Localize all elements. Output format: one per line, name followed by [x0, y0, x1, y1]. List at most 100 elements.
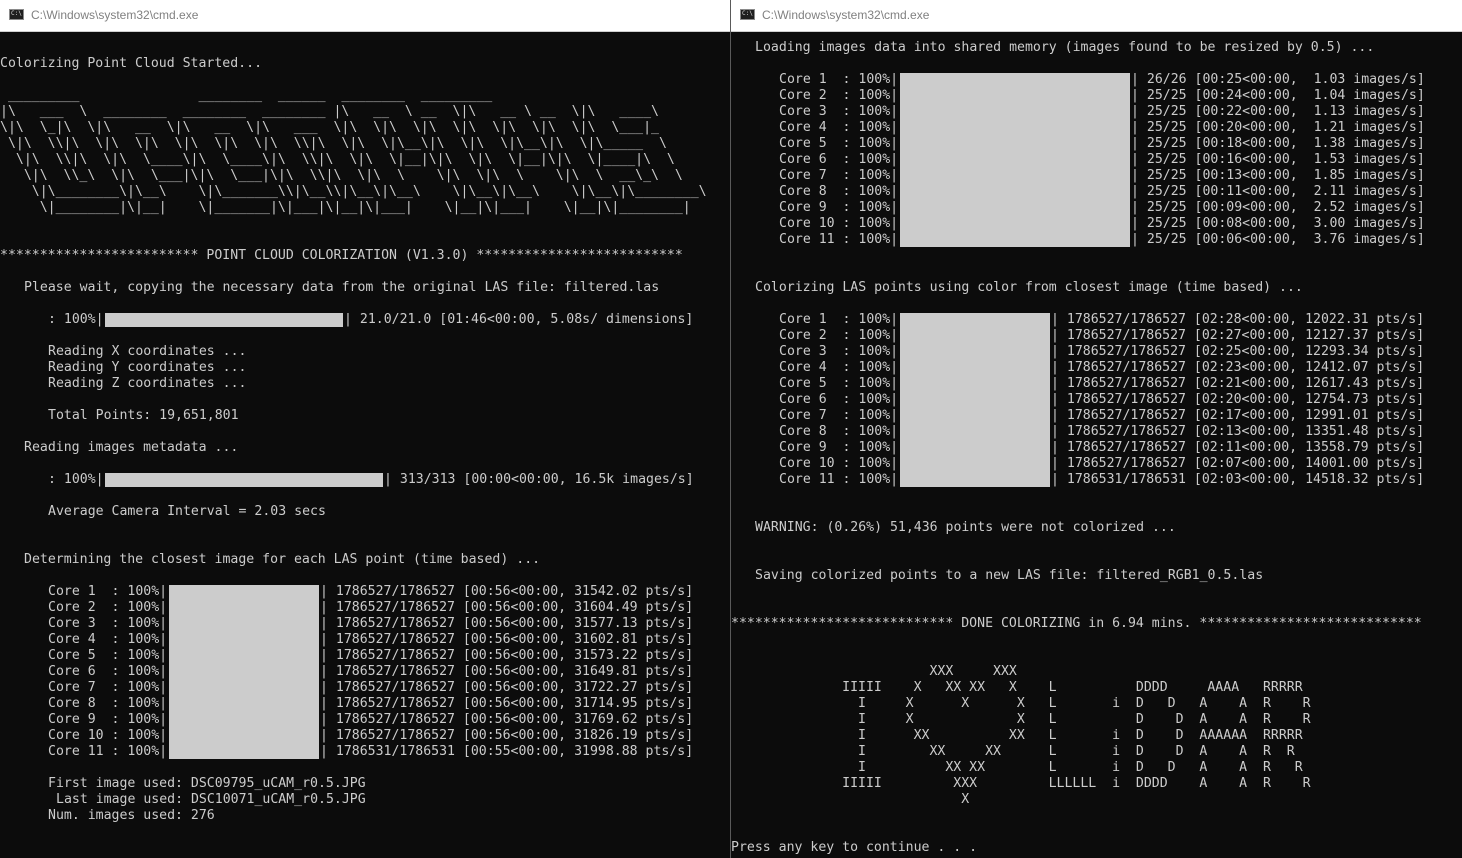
cmd-app-icon: [740, 9, 755, 20]
progress-bar-fill: [105, 313, 343, 327]
console-line: Please wait, copying the necessary data …: [24, 280, 660, 295]
left-title-bar[interactable]: C:\Windows\system32\cmd.exe: [0, 0, 730, 32]
console-line: | 25/25 [00:08<00:00, 3.00 images/s]: [1131, 216, 1425, 231]
console-line: Core 10 : 100%|: [779, 456, 899, 471]
console-line: Core 9 : 100%|: [779, 200, 899, 215]
console-line: Core 6 : 100%|: [779, 392, 899, 407]
console-line: Core 5 : 100%|: [779, 136, 899, 151]
console-line: I X X L D D A A R R: [731, 712, 1311, 727]
console-line: | 1786527/1786527 [00:56<00:00, 31649.81…: [320, 664, 694, 679]
console-line: | 1786527/1786527 [00:56<00:00, 31722.27…: [320, 680, 694, 695]
console-line: | 1786527/1786527 [00:56<00:00, 31573.22…: [320, 648, 694, 663]
cmd-app-icon: [9, 9, 24, 20]
console-line: Core 8 : 100%|: [48, 696, 168, 711]
console-line: Core 5 : 100%|: [48, 648, 168, 663]
left-console-output[interactable]: Colorizing Point Cloud Started... ______…: [0, 32, 730, 858]
console-line: Core 10 : 100%|: [48, 728, 168, 743]
console-line: Saving colorized points to a new LAS fil…: [755, 568, 1264, 583]
console-line: Reading Y coordinates ...: [48, 360, 247, 375]
console-line: | 25/25 [00:18<00:00, 1.38 images/s]: [1131, 136, 1425, 151]
console-line: Core 7 : 100%|: [779, 168, 899, 183]
console-line: \|\ \\|\ \|\ \____\|\ \____\|\ \\|\ \|\ …: [0, 152, 675, 167]
console-line: | 1786527/1786527 [00:56<00:00, 31714.95…: [320, 696, 694, 711]
console-line: | 25/25 [00:22<00:00, 1.13 images/s]: [1131, 104, 1425, 119]
console-line: | 1786527/1786527 [02:13<00:00, 13351.48…: [1051, 424, 1425, 439]
console-line: | 1786527/1786527 [02:17<00:00, 12991.01…: [1051, 408, 1425, 423]
console-line: Core 1 : 100%|: [779, 312, 899, 327]
console-line: Reading X coordinates ...: [48, 344, 247, 359]
left-console-window[interactable]: C:\Windows\system32\cmd.exe Colorizing P…: [0, 0, 730, 858]
console-line: I XX XX L i D D A A R R: [731, 744, 1295, 759]
console-line: | 25/25 [00:13<00:00, 1.85 images/s]: [1131, 168, 1425, 183]
progress-bar-fill: [169, 585, 319, 759]
console-line: Reading images metadata ...: [24, 440, 239, 455]
left-window-title: C:\Windows\system32\cmd.exe: [31, 8, 199, 22]
right-window-title: C:\Windows\system32\cmd.exe: [762, 8, 930, 22]
console-line: Core 9 : 100%|: [779, 440, 899, 455]
console-line: XXX XXX: [731, 664, 1017, 679]
console-line: I X X X L i D D A A R R: [731, 696, 1311, 711]
console-line: Core 7 : 100%|: [48, 680, 168, 695]
console-line: Core 2 : 100%|: [779, 88, 899, 103]
console-line: I XX XX L i D D A A R R: [731, 760, 1303, 775]
console-line: | 1786527/1786527 [02:11<00:00, 13558.79…: [1051, 440, 1425, 455]
console-line: Core 3 : 100%|: [779, 104, 899, 119]
console-line: | 1786527/1786527 [02:27<00:00, 12127.37…: [1051, 328, 1425, 343]
console-line: | 21.0/21.0 [01:46<00:00, 5.08s/ dimensi…: [344, 312, 694, 327]
console-line: Core 10 : 100%|: [779, 216, 899, 231]
console-line: | 1786527/1786527 [00:56<00:00, 31826.19…: [320, 728, 694, 743]
console-line: ************************* POINT CLOUD CO…: [0, 248, 683, 263]
progress-bar-fill: [105, 473, 383, 487]
console-line: | 25/25 [00:16<00:00, 1.53 images/s]: [1131, 152, 1425, 167]
console-line: | 1786527/1786527 [02:07<00:00, 14001.00…: [1051, 456, 1425, 471]
console-line: IIIII XXX LLLLLL i DDDD A A R R: [731, 776, 1311, 791]
console-line: Core 7 : 100%|: [779, 408, 899, 423]
console-line: | 1786531/1786531 [00:55<00:00, 31998.88…: [320, 744, 694, 759]
console-line: Core 1 : 100%|: [48, 584, 168, 599]
console-line: | 1786527/1786527 [00:56<00:00, 31577.13…: [320, 616, 694, 631]
console-line: Core 2 : 100%|: [779, 328, 899, 343]
console-line: : 100%|: [48, 472, 104, 487]
console-line: Determining the closest image for each L…: [24, 552, 541, 567]
right-console-window[interactable]: C:\Windows\system32\cmd.exe Loading imag…: [731, 0, 1462, 858]
console-line: Core 8 : 100%|: [779, 184, 899, 199]
console-line: Core 8 : 100%|: [779, 424, 899, 439]
console-line: | 1786527/1786527 [02:28<00:00, 12022.31…: [1051, 312, 1425, 327]
console-line: Colorizing Point Cloud Started...: [0, 56, 263, 71]
console-line: | 313/313 [00:00<00:00, 16.5k images/s]: [384, 472, 694, 487]
right-title-bar[interactable]: C:\Windows\system32\cmd.exe: [731, 0, 1462, 32]
console-line: Loading images data into shared memory (…: [755, 40, 1375, 55]
console-line: X: [731, 792, 970, 807]
console-line: Core 1 : 100%|: [779, 72, 899, 87]
console-line: | 1786531/1786531 [02:03<00:00, 14518.32…: [1051, 472, 1425, 487]
console-line: \|\ \\|\ \|\ \|\ \|\ \|\ \|\ \\|\ \|\ \|…: [0, 136, 667, 151]
console-line: Colorizing LAS points using color from c…: [755, 280, 1303, 295]
console-line: Core 11 : 100%|: [779, 232, 899, 247]
console-line: | 1786527/1786527 [00:56<00:00, 31604.49…: [320, 600, 694, 615]
console-line: | 1786527/1786527 [02:23<00:00, 12412.07…: [1051, 360, 1425, 375]
console-line: \|\________\|\__\ \|\_______\\|\__\\|\__…: [0, 184, 707, 199]
console-line: | 25/25 [00:11<00:00, 2.11 images/s]: [1131, 184, 1425, 199]
console-line: | 26/26 [00:25<00:00, 1.03 images/s]: [1131, 72, 1425, 87]
console-line: : 100%|: [48, 312, 104, 327]
console-line: Reading Z coordinates ...: [48, 376, 247, 391]
progress-bar-fill: [900, 313, 1050, 487]
console-line: Press any key to continue . . .: [731, 840, 978, 855]
console-line: | 25/25 [00:20<00:00, 1.21 images/s]: [1131, 120, 1425, 135]
console-line: | 25/25 [00:24<00:00, 1.04 images/s]: [1131, 88, 1425, 103]
console-line: | 25/25 [00:09<00:00, 2.52 images/s]: [1131, 200, 1425, 215]
console-line: Core 2 : 100%|: [48, 600, 168, 615]
console-line: Core 9 : 100%|: [48, 712, 168, 727]
console-line: Core 4 : 100%|: [779, 360, 899, 375]
console-line: Core 4 : 100%|: [779, 120, 899, 135]
console-line: Core 11 : 100%|: [48, 744, 168, 759]
console-line: \|________|\|__| \|_______|\|___|\|__|\|…: [0, 200, 691, 215]
console-line: \|\ \_|\ \|\ __ \|\ __ \|\ ___ \|\ \|\ \…: [0, 120, 659, 135]
console-line: Core 11 : 100%|: [779, 472, 899, 487]
console-line: | 1786527/1786527 [02:21<00:00, 12617.43…: [1051, 376, 1425, 391]
right-console-output[interactable]: Loading images data into shared memory (…: [731, 32, 1462, 858]
console-line: Core 3 : 100%|: [779, 344, 899, 359]
console-line: **************************** DONE COLORI…: [731, 616, 1422, 631]
console-line: | 25/25 [00:06<00:00, 3.76 images/s]: [1131, 232, 1425, 247]
console-line: I XX XX L i D D AAAAAA RRRRR: [731, 728, 1303, 743]
